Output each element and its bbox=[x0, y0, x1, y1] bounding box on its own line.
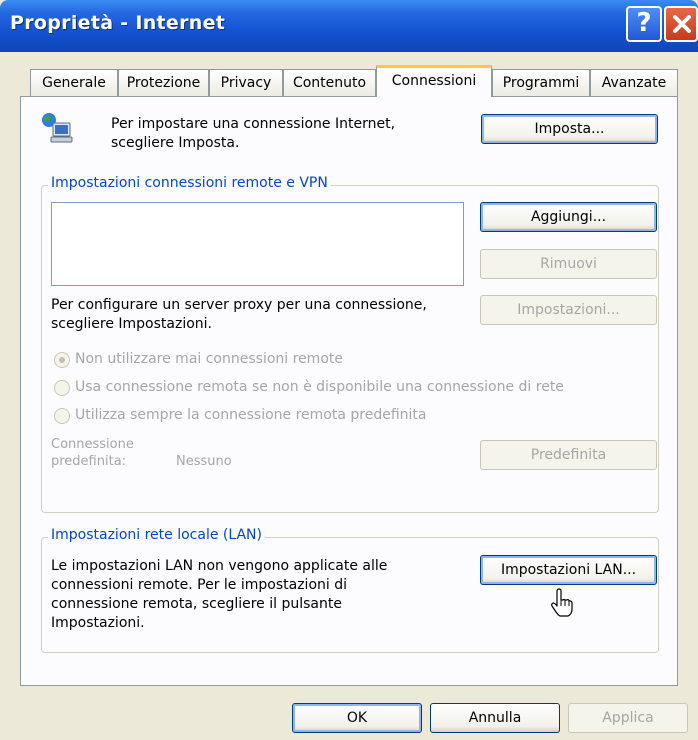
title-bar[interactable]: Proprietà - Internet ? bbox=[0, 0, 698, 52]
remote-connections-group: Impostazioni connessioni remote e VPN Ag… bbox=[41, 175, 659, 513]
tab-avanzate[interactable]: Avanzate bbox=[590, 69, 678, 96]
radio-never-dial-label: Non utilizzare mai connessioni remote bbox=[75, 351, 343, 367]
setup-button[interactable]: Imposta... bbox=[481, 114, 658, 144]
remote-group-title: Impostazioni connessioni remote e VPN bbox=[48, 175, 331, 191]
close-icon bbox=[673, 15, 691, 33]
connection-settings-button[interactable]: Impostazioni... bbox=[480, 295, 657, 325]
setup-text-line2: scegliere Imposta. bbox=[111, 135, 240, 151]
tab-privacy[interactable]: Privacy bbox=[209, 69, 283, 96]
default-connection-value: Nessuno bbox=[176, 454, 232, 469]
radio-button-checked[interactable] bbox=[54, 352, 70, 368]
lan-group-title: Impostazioni rete locale (LAN) bbox=[48, 527, 265, 543]
lan-text-line2: connessioni remote. Per le impostazioni … bbox=[51, 577, 347, 593]
proxy-text-line1: Per configurare un server proxy per una … bbox=[51, 297, 427, 313]
radio-dial-when-no-network-label: Usa connessione remota se non è disponib… bbox=[75, 379, 564, 395]
lan-text-line1: Le impostazioni LAN non vengono applicat… bbox=[51, 558, 388, 574]
help-button[interactable]: ? bbox=[626, 6, 662, 42]
cancel-button[interactable]: Annulla bbox=[430, 703, 560, 733]
remote-connections-list[interactable] bbox=[51, 202, 464, 286]
remove-connection-button[interactable]: Rimuovi bbox=[480, 249, 657, 279]
radio-button[interactable] bbox=[54, 380, 70, 396]
default-connection-label-line1: Connessione bbox=[51, 437, 134, 452]
setup-text-line1: Per impostare una connessione Internet, bbox=[111, 116, 396, 132]
tab-generale[interactable]: Generale bbox=[30, 69, 118, 96]
lan-settings-group: Impostazioni rete locale (LAN) Le impost… bbox=[41, 527, 659, 653]
proxy-text-line2: scegliere Impostazioni. bbox=[51, 316, 212, 332]
radio-button[interactable] bbox=[54, 408, 70, 424]
network-computer-icon bbox=[42, 113, 73, 143]
tab-programmi[interactable]: Programmi bbox=[492, 69, 590, 96]
internet-properties-dialog: Proprietà - Internet ? Generale Protezio… bbox=[0, 0, 698, 740]
lan-text-line4: Impostazioni. bbox=[51, 615, 145, 631]
lan-settings-button[interactable]: Impostazioni LAN... bbox=[480, 555, 657, 585]
close-button[interactable] bbox=[664, 6, 698, 42]
radio-always-dial-default-label: Utilizza sempre la connessione remota pr… bbox=[75, 407, 427, 423]
tab-protezione[interactable]: Protezione bbox=[118, 69, 209, 96]
connections-tab-panel: Per impostare una connessione Internet, … bbox=[20, 96, 678, 686]
tab-connessioni[interactable]: Connessioni bbox=[376, 65, 492, 97]
default-connection-label-line2: predefinita: bbox=[51, 454, 127, 469]
window-title: Proprietà - Internet bbox=[10, 12, 226, 34]
hand-cursor-icon bbox=[551, 588, 573, 617]
ok-button[interactable]: OK bbox=[292, 703, 422, 733]
lan-text-line3: connessione remota, scegliere il pulsant… bbox=[51, 596, 342, 612]
apply-button[interactable]: Applica bbox=[568, 703, 688, 733]
add-connection-button[interactable]: Aggiungi... bbox=[480, 202, 657, 232]
tab-contenuto[interactable]: Contenuto bbox=[283, 69, 376, 96]
set-default-button[interactable]: Predefinita bbox=[480, 440, 657, 470]
